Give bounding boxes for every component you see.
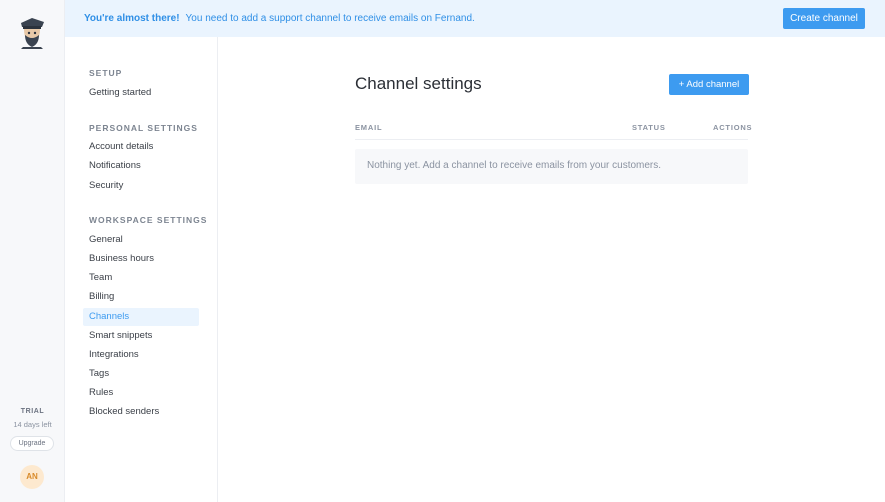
- banner-text: You're almost there! You need to add a su…: [84, 13, 475, 24]
- nav-item-channels[interactable]: Channels: [83, 308, 199, 326]
- column-header-email: EMAIL: [355, 123, 383, 132]
- create-channel-button[interactable]: Create channel: [783, 8, 865, 29]
- nav-item-general[interactable]: General: [83, 231, 199, 249]
- nav-item-security[interactable]: Security: [83, 177, 199, 195]
- nav-item-integrations[interactable]: Integrations: [83, 346, 199, 364]
- add-channel-button[interactable]: + Add channel: [669, 74, 749, 95]
- upgrade-button[interactable]: Upgrade: [10, 436, 54, 451]
- nav-item-smart-snippets[interactable]: Smart snippets: [83, 327, 199, 345]
- nav-item-account-details[interactable]: Account details: [83, 138, 199, 156]
- nav-item-notifications[interactable]: Notifications: [83, 157, 199, 175]
- trial-days-left: 14 days left: [13, 420, 52, 429]
- settings-nav: SETUP Getting started PERSONAL SETTINGS …: [65, 37, 218, 502]
- banner-message: You need to add a support channel to rec…: [185, 13, 475, 24]
- nav-item-getting-started[interactable]: Getting started: [83, 84, 199, 102]
- empty-state-message: Nothing yet. Add a channel to receive em…: [367, 160, 662, 171]
- empty-state: Nothing yet. Add a channel to receive em…: [355, 149, 748, 184]
- banner-headline: You're almost there!: [84, 13, 180, 24]
- trial-label: TRIAL: [20, 408, 45, 415]
- page-title: Channel settings: [355, 74, 482, 93]
- nav-item-blocked-senders[interactable]: Blocked senders: [83, 403, 199, 421]
- nav-section-personal: PERSONAL SETTINGS: [89, 123, 198, 133]
- column-header-actions: ACTIONS: [713, 123, 753, 132]
- fernand-logo-icon[interactable]: [19, 17, 45, 49]
- nav-item-team[interactable]: Team: [83, 269, 199, 287]
- user-avatar[interactable]: AN: [20, 465, 44, 489]
- setup-banner: You're almost there! You need to add a su…: [65, 0, 885, 37]
- nav-item-rules[interactable]: Rules: [83, 384, 199, 402]
- column-header-status: STATUS: [632, 123, 666, 132]
- nav-item-business-hours[interactable]: Business hours: [83, 250, 199, 268]
- nav-section-setup: SETUP: [89, 68, 123, 78]
- nav-item-tags[interactable]: Tags: [83, 365, 199, 383]
- nav-section-workspace: WORKSPACE SETTINGS: [89, 215, 208, 225]
- table-header-divider: [355, 139, 748, 140]
- app-rail: TRIAL 14 days left Upgrade AN: [0, 0, 65, 502]
- nav-item-billing[interactable]: Billing: [83, 288, 199, 306]
